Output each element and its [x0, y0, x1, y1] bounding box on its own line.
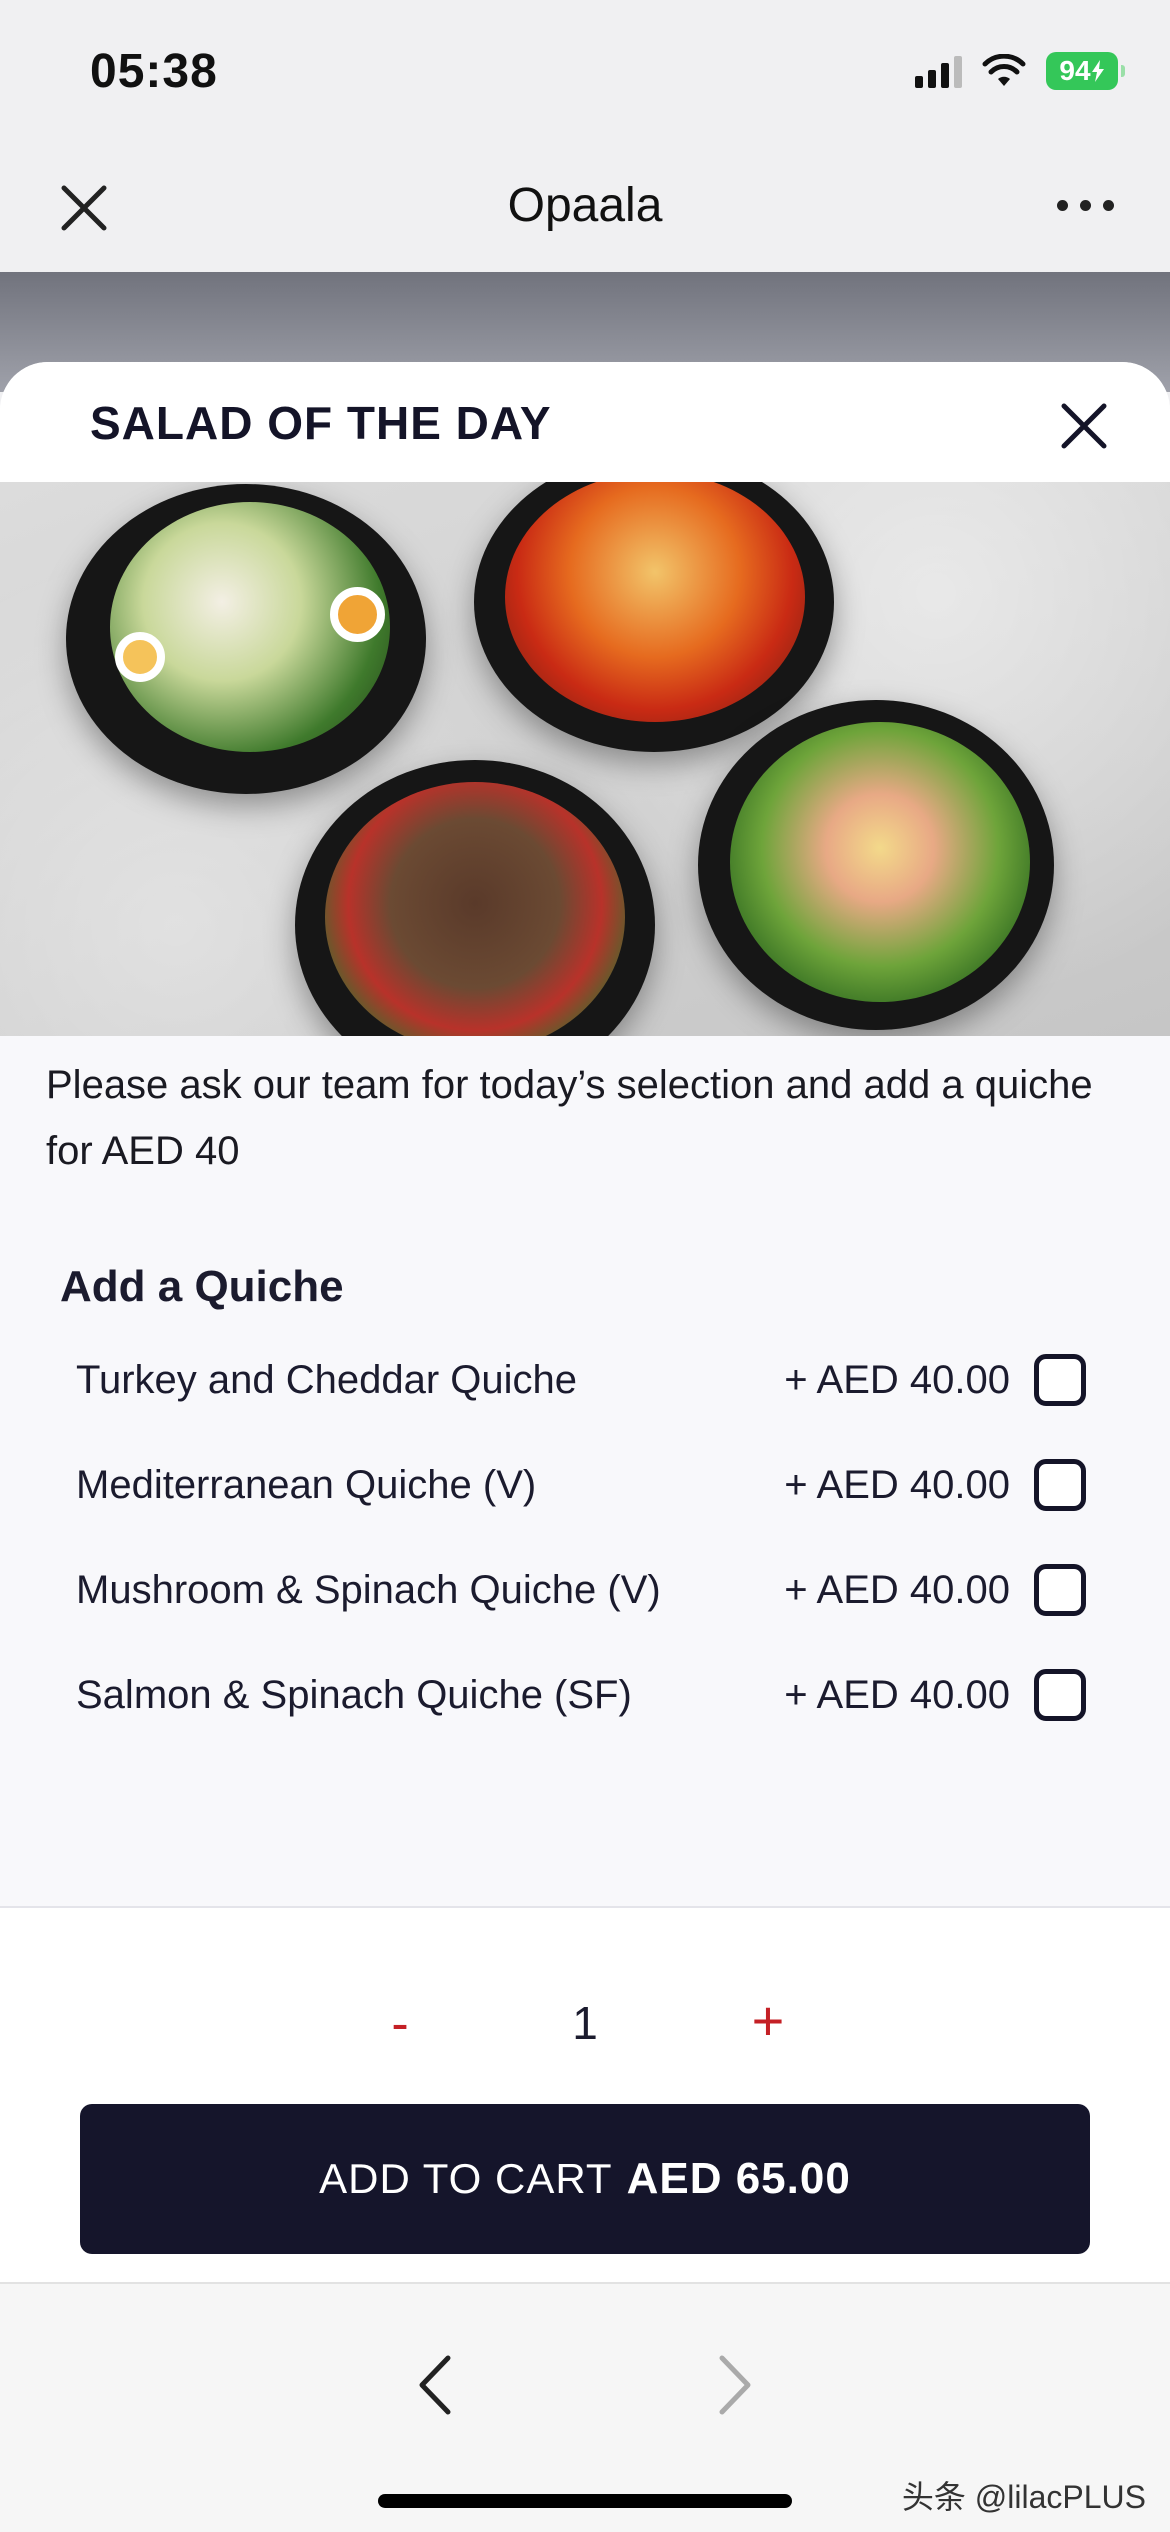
option-checkbox[interactable] [1034, 1669, 1086, 1721]
cart-total-price: AED 65.00 [626, 2154, 851, 2203]
add-to-cart-label: ADD TO CART [319, 2155, 613, 2202]
quiche-option[interactable]: Mediterranean Quiche (V) + AED 40.00 [76, 1445, 1086, 1525]
signal-icon [915, 54, 962, 88]
product-description: Please ask our team for today’s selectio… [46, 1063, 1093, 1173]
option-price: + AED 40.00 [784, 1357, 1010, 1402]
status-bar: 05:38 94 [0, 0, 1170, 140]
quantity-value: 1 [572, 1997, 598, 2049]
decrease-quantity-button[interactable]: - [380, 1994, 420, 2054]
quiche-option[interactable]: Turkey and Cheddar Quiche + AED 40.00 [76, 1340, 1086, 1420]
option-name: Salmon & Spinach Quiche (SF) [76, 1672, 632, 1717]
option-price: + AED 40.00 [784, 1567, 1010, 1612]
increase-quantity-button[interactable]: + [740, 1988, 796, 2052]
modal-header: SALAD OF THE DAY [0, 362, 1170, 482]
option-price: + AED 40.00 [784, 1462, 1010, 1507]
option-price: + AED 40.00 [784, 1672, 1010, 1717]
wifi-icon [982, 54, 1026, 86]
more-horizontal-icon[interactable] [1057, 200, 1114, 211]
app-title: Opaala [507, 179, 663, 232]
quiche-section-title: Add a Quiche [60, 1262, 344, 1311]
option-name: Turkey and Cheddar Quiche [76, 1357, 578, 1402]
charging-bolt-icon [1091, 60, 1104, 82]
option-name: Mediterranean Quiche (V) [76, 1462, 537, 1507]
battery-charging-icon: 94 [1046, 52, 1125, 90]
option-name: Mushroom & Spinach Quiche (V) [76, 1567, 661, 1612]
chevron-right-icon[interactable] [710, 2350, 760, 2420]
product-modal: SALAD OF THE DAY Please ask our team for… [0, 362, 1170, 2532]
home-indicator[interactable] [378, 2494, 792, 2508]
chevron-left-icon[interactable] [410, 2350, 460, 2420]
quantity-stepper: - 1 + [0, 1988, 1170, 2068]
quiche-option[interactable]: Salmon & Spinach Quiche (SF) + AED 40.00 [76, 1655, 1086, 1735]
modal-title: SALAD OF THE DAY [90, 397, 552, 449]
close-icon[interactable] [1058, 400, 1110, 452]
watermark: 头条 @lilacPLUS [901, 2479, 1146, 2515]
app-nav-bar: Opaala [0, 140, 1170, 272]
status-icons: 94 [915, 52, 1125, 90]
battery-level: 94 [1059, 55, 1091, 86]
status-time: 05:38 [90, 45, 218, 98]
add-to-cart-button[interactable]: ADD TO CART AED 65.00 [80, 2104, 1090, 2254]
browser-toolbar: 头条 @lilacPLUS [0, 2282, 1170, 2532]
option-checkbox[interactable] [1034, 1564, 1086, 1616]
product-image [0, 482, 1170, 1036]
option-checkbox[interactable] [1034, 1459, 1086, 1511]
option-checkbox[interactable] [1034, 1354, 1086, 1406]
quiche-option[interactable]: Mushroom & Spinach Quiche (V) + AED 40.0… [76, 1550, 1086, 1630]
